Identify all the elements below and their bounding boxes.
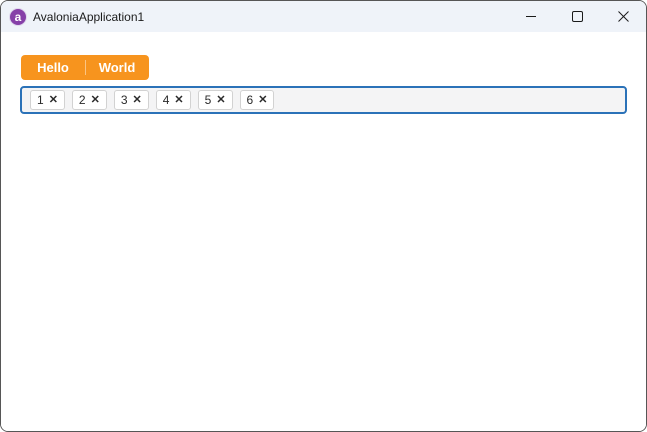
chip-4[interactable]: 4 ✕ [155,90,191,110]
chip-label: 2 [78,93,86,107]
caption-buttons [508,1,646,32]
chip-6[interactable]: 6 ✕ [239,90,275,110]
chip-close-icon[interactable]: ✕ [49,94,58,106]
chip-2[interactable]: 2 ✕ [71,90,107,110]
chip-label: 1 [37,93,44,107]
client-area: Hello World 1 ✕ 2 ✕ 3 ✕ 4 ✕ 5 ✕ 6 ✕ [1,32,646,431]
chip-close-icon[interactable]: ✕ [174,94,183,106]
close-button[interactable] [600,1,646,32]
chip-3[interactable]: 3 ✕ [113,90,149,110]
avalonia-logo-icon: a [10,8,26,25]
minimize-button[interactable] [508,1,554,32]
window-title: AvaloniaApplication1 [33,9,145,24]
chip-close-icon[interactable]: ✕ [216,94,225,106]
maximize-icon [571,11,583,22]
chip-close-icon[interactable]: ✕ [91,94,100,106]
chip-close-icon[interactable]: ✕ [258,94,267,106]
app-window: a AvaloniaApplication1 Hello World 1 ✕ 2… [0,0,647,432]
chip-5[interactable]: 5 ✕ [197,90,233,110]
minimize-icon [526,16,536,17]
chip-label: 5 [204,93,212,107]
chip-input[interactable]: 1 ✕ 2 ✕ 3 ✕ 4 ✕ 5 ✕ 6 ✕ [20,86,627,114]
tab-strip: Hello World [21,55,149,80]
tab-hello[interactable]: Hello [21,55,85,80]
chip-label: 6 [246,93,254,107]
chip-1[interactable]: 1 ✕ [30,90,65,110]
maximize-button[interactable] [554,1,600,32]
chip-close-icon[interactable]: ✕ [133,94,142,106]
chip-label: 3 [120,93,128,107]
tab-world[interactable]: World [85,55,149,80]
close-icon [617,11,629,22]
chip-label: 4 [162,93,170,107]
title-bar[interactable]: a AvaloniaApplication1 [1,1,646,32]
